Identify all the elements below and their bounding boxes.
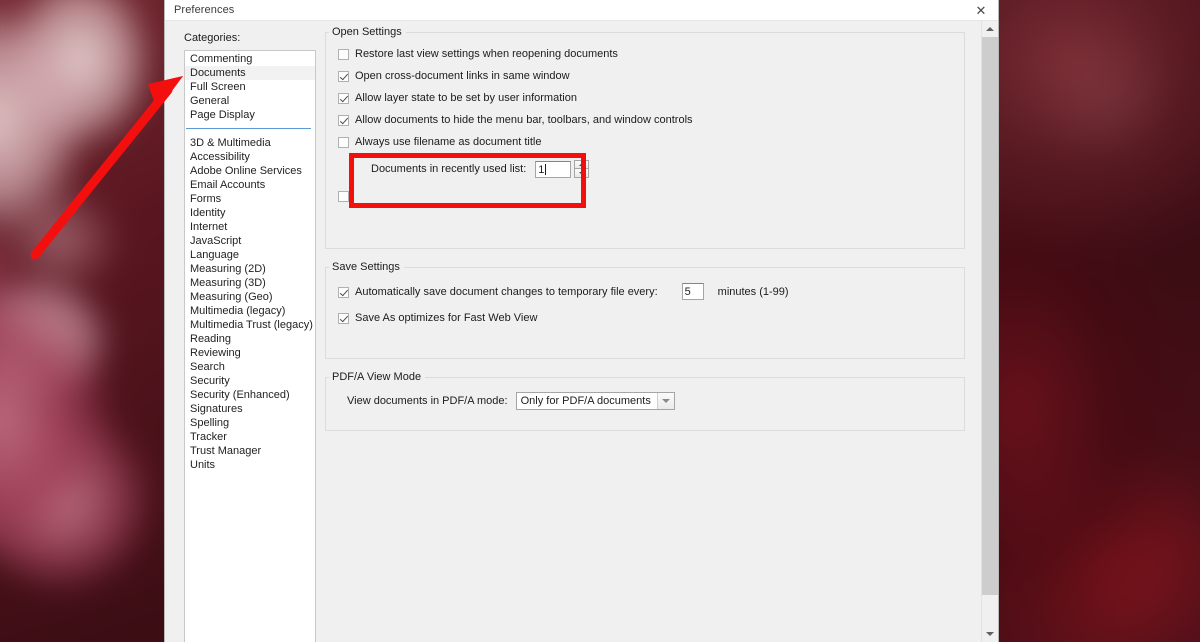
recently-used-list-input[interactable]: 1 [535,160,572,178]
recently-used-list-label: Documents in recently used list: [371,163,527,175]
preferences-dialog: Preferences ✕ Categories: Commenting Doc… [165,0,998,642]
checkbox-label: Allow documents to hide the menu bar, to… [355,114,693,126]
dialog-body: Categories: Commenting Documents Full Sc… [165,21,998,642]
sidebar-item-search[interactable]: Search [185,360,315,374]
sidebar-item-documents[interactable]: Documents [185,66,315,80]
checkbox-box[interactable] [338,313,349,324]
checkbox-box[interactable] [338,49,349,60]
scroll-up-icon[interactable] [982,21,998,37]
pdfa-view-mode-title: PDF/A View Mode [329,371,426,383]
sidebar-item-reading[interactable]: Reading [185,332,315,346]
sidebar-item-tracker[interactable]: Tracker [185,430,315,444]
categories-list[interactable]: Commenting Documents Full Screen General… [184,50,316,642]
stepper-up-icon[interactable] [574,160,590,169]
sidebar-item-measuring-3d[interactable]: Measuring (3D) [185,276,315,290]
checkbox-restore-last-view[interactable]: Restore last view settings when reopenin… [338,48,952,60]
checkbox-box[interactable] [338,137,349,148]
sidebar-item-identity[interactable]: Identity [185,206,315,220]
settings-panel: Open Settings Restore last view settings… [316,21,981,642]
sidebar-item-signatures[interactable]: Signatures [185,402,315,416]
pdfa-view-mode-body: View documents in PDF/A mode: Only for P… [326,378,964,424]
categories-divider [186,128,311,129]
save-settings-group: Save Settings Automatically save documen… [325,261,965,359]
chevron-down-icon[interactable] [656,393,674,409]
recently-used-list-row: Documents in recently used list: 1 [371,160,952,178]
sidebar-item-spelling[interactable]: Spelling [185,416,315,430]
checkbox-autosave[interactable] [338,286,349,298]
pdfa-mode-row: View documents in PDF/A mode: Only for P… [347,392,952,410]
sidebar-item-general[interactable]: General [185,94,315,108]
pdfa-mode-select[interactable]: Only for PDF/A documents [515,392,675,410]
checkbox-allow-hide-menu-bar[interactable]: Allow documents to hide the menu bar, to… [338,114,952,126]
sidebar-item-page-display[interactable]: Page Display [185,108,315,122]
sidebar-item-accessibility[interactable]: Accessibility [185,150,315,164]
sidebar-item-javascript[interactable]: JavaScript [185,234,315,248]
categories-label: Categories: [184,32,241,44]
sidebar-item-3d-multimedia[interactable]: 3D & Multimedia [185,136,315,150]
checkbox-box[interactable] [338,93,349,104]
scroll-down-icon[interactable] [982,626,998,642]
autosave-units-label: minutes (1-99) [717,285,789,298]
checkbox-open-cross-document-links[interactable]: Open cross-document links in same window [338,70,952,82]
open-settings-body: Restore last view settings when reopenin… [326,33,964,216]
checkbox-label: Save As optimizes for Fast Web View [355,312,538,324]
close-icon[interactable]: ✕ [964,0,998,20]
save-settings-title: Save Settings [329,261,404,273]
stepper-down-icon[interactable] [574,169,590,178]
checkbox-always-use-filename-as-title[interactable]: Always use filename as document title [338,136,952,148]
checkbox-box[interactable] [338,71,349,82]
text-caret [545,163,547,175]
recently-used-list-value: 1 [538,163,545,176]
sidebar-item-security-enhanced[interactable]: Security (Enhanced) [185,388,315,402]
checkbox-label: Allow layer state to be set by user info… [355,92,577,104]
sidebar-item-commenting[interactable]: Commenting [185,52,315,66]
sidebar-item-adobe-online-services[interactable]: Adobe Online Services [185,164,315,178]
recently-used-list-stepper[interactable] [574,160,590,178]
autosave-minutes-input[interactable]: 5 [681,283,704,300]
checkbox-label: Open cross-document links in same window [355,70,570,82]
pdfa-view-mode-group: PDF/A View Mode View documents in PDF/A … [325,371,965,431]
sidebar-item-forms[interactable]: Forms [185,192,315,206]
sidebar-item-multimedia-legacy[interactable]: Multimedia (legacy) [185,304,315,318]
pdfa-mode-selected-value: Only for PDF/A documents [520,395,651,407]
save-settings-body: Automatically save document changes to t… [326,268,964,338]
sidebar-item-internet[interactable]: Internet [185,220,315,234]
sidebar-item-multimedia-trust-legacy[interactable]: Multimedia Trust (legacy) [185,318,315,332]
categories-panel: Categories: Commenting Documents Full Sc… [165,21,316,642]
sidebar-item-security[interactable]: Security [185,374,315,388]
dialog-content: Categories: Commenting Documents Full Sc… [165,21,981,642]
vertical-scrollbar[interactable] [981,21,998,642]
checkbox-box[interactable] [338,191,349,202]
sidebar-item-units[interactable]: Units [185,458,315,472]
sidebar-item-language[interactable]: Language [185,248,315,262]
open-settings-group: Open Settings Restore last view settings… [325,26,965,249]
autosave-row: Automatically save document changes to t… [338,283,952,300]
checkbox-fast-web-view[interactable]: Save As optimizes for Fast Web View [338,312,952,324]
open-settings-title: Open Settings [329,26,406,38]
sidebar-item-reviewing[interactable]: Reviewing [185,346,315,360]
checkbox-label: Always use filename as document title [355,136,542,148]
scrollbar-thumb[interactable] [982,37,998,595]
checkbox-label: Restore last view settings when reopenin… [355,48,618,60]
sidebar-item-measuring-2d[interactable]: Measuring (2D) [185,262,315,276]
pdfa-mode-label: View documents in PDF/A mode: [347,395,508,407]
checkbox-obscured-option[interactable] [338,190,952,202]
sidebar-item-full-screen[interactable]: Full Screen [185,80,315,94]
dialog-titlebar: Preferences ✕ [165,0,998,21]
sidebar-item-email-accounts[interactable]: Email Accounts [185,178,315,192]
scrollbar-track[interactable] [982,37,998,626]
sidebar-item-measuring-geo[interactable]: Measuring (Geo) [185,290,315,304]
sidebar-item-trust-manager[interactable]: Trust Manager [185,444,315,458]
dialog-title: Preferences [174,4,235,16]
autosave-label: Automatically save document changes to t… [355,285,658,298]
checkbox-allow-layer-state[interactable]: Allow layer state to be set by user info… [338,92,952,104]
checkbox-box[interactable] [338,115,349,126]
